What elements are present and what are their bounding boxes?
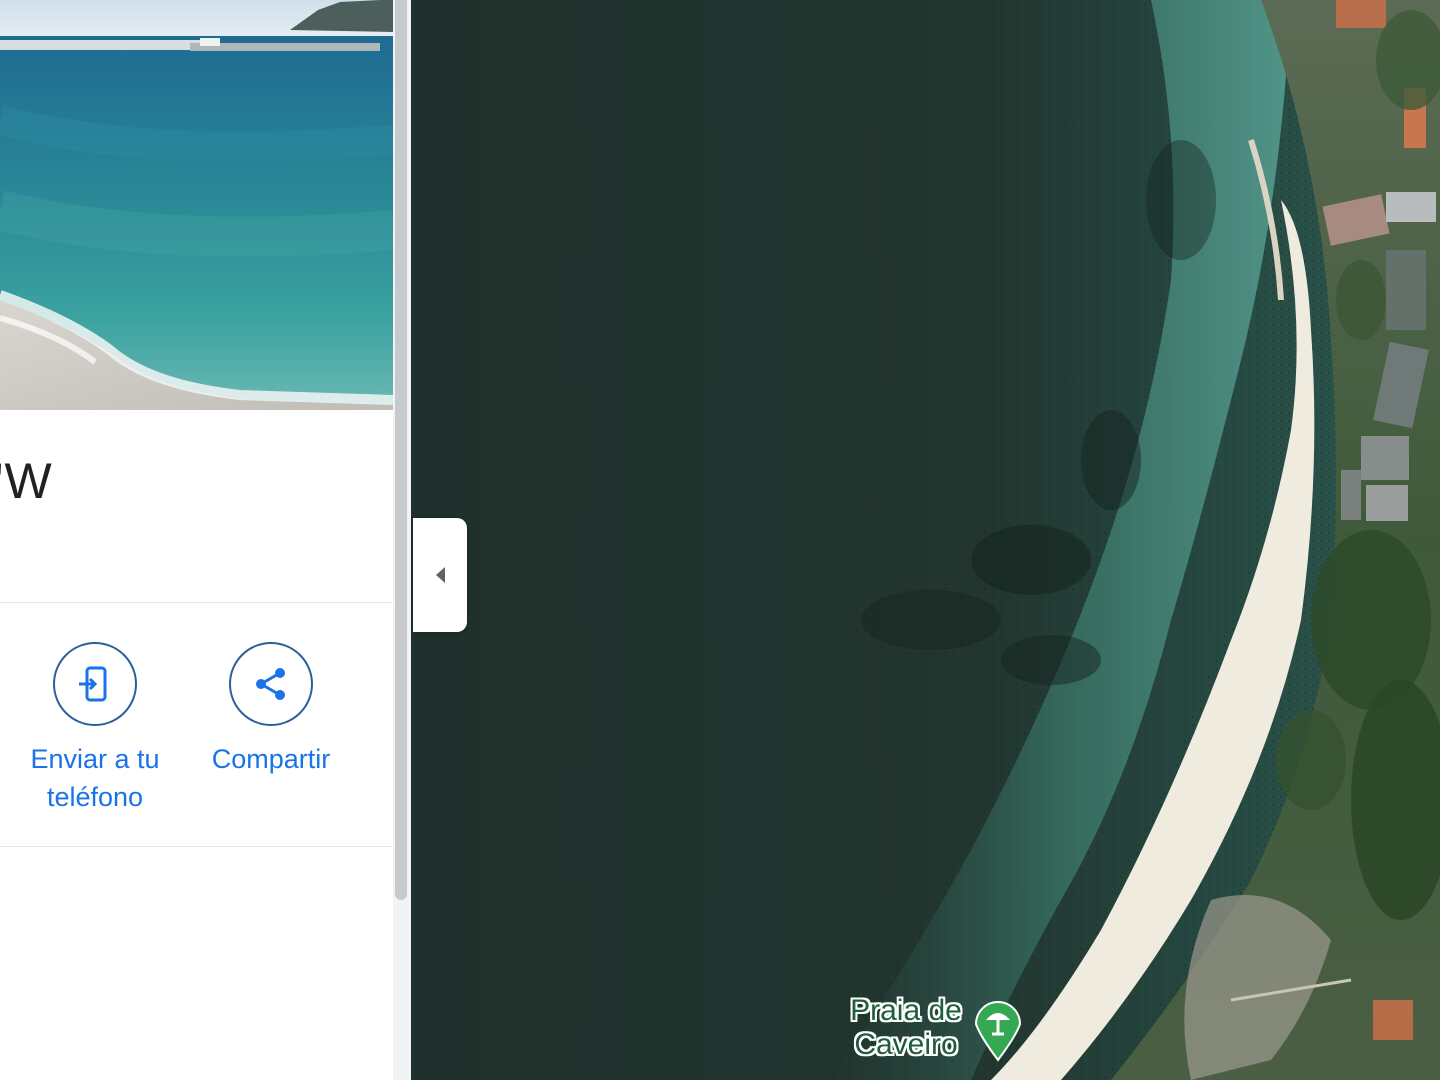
send-to-phone-icon: [53, 642, 137, 726]
place-hero-photo[interactable]: [0, 0, 393, 410]
panel-scrollbar[interactable]: [393, 0, 411, 1080]
collapse-panel-button[interactable]: [413, 518, 467, 632]
divider: [0, 602, 393, 603]
panel-scrollbar-thumb[interactable]: [395, 0, 407, 900]
share-button[interactable]: Compartir: [186, 642, 356, 778]
beach-umbrella-pin-icon[interactable]: [972, 996, 1024, 1062]
send-to-phone-label: Enviar a tu teléfono: [30, 744, 160, 812]
map-place-label[interactable]: Praia de Caveiro: [836, 994, 976, 1062]
share-icon: [229, 642, 313, 726]
place-panel: 'W Enviar a tu teléfono: [0, 0, 393, 1080]
maps-app: 'W Enviar a tu teléfono: [0, 0, 1440, 1080]
send-to-phone-button[interactable]: Enviar a tu teléfono: [10, 642, 180, 816]
chevron-left-icon: [435, 567, 445, 583]
share-label: Compartir: [211, 744, 331, 774]
coordinates-title: 'W: [0, 453, 53, 509]
divider: [0, 846, 393, 847]
satellite-map[interactable]: [411, 0, 1440, 1080]
